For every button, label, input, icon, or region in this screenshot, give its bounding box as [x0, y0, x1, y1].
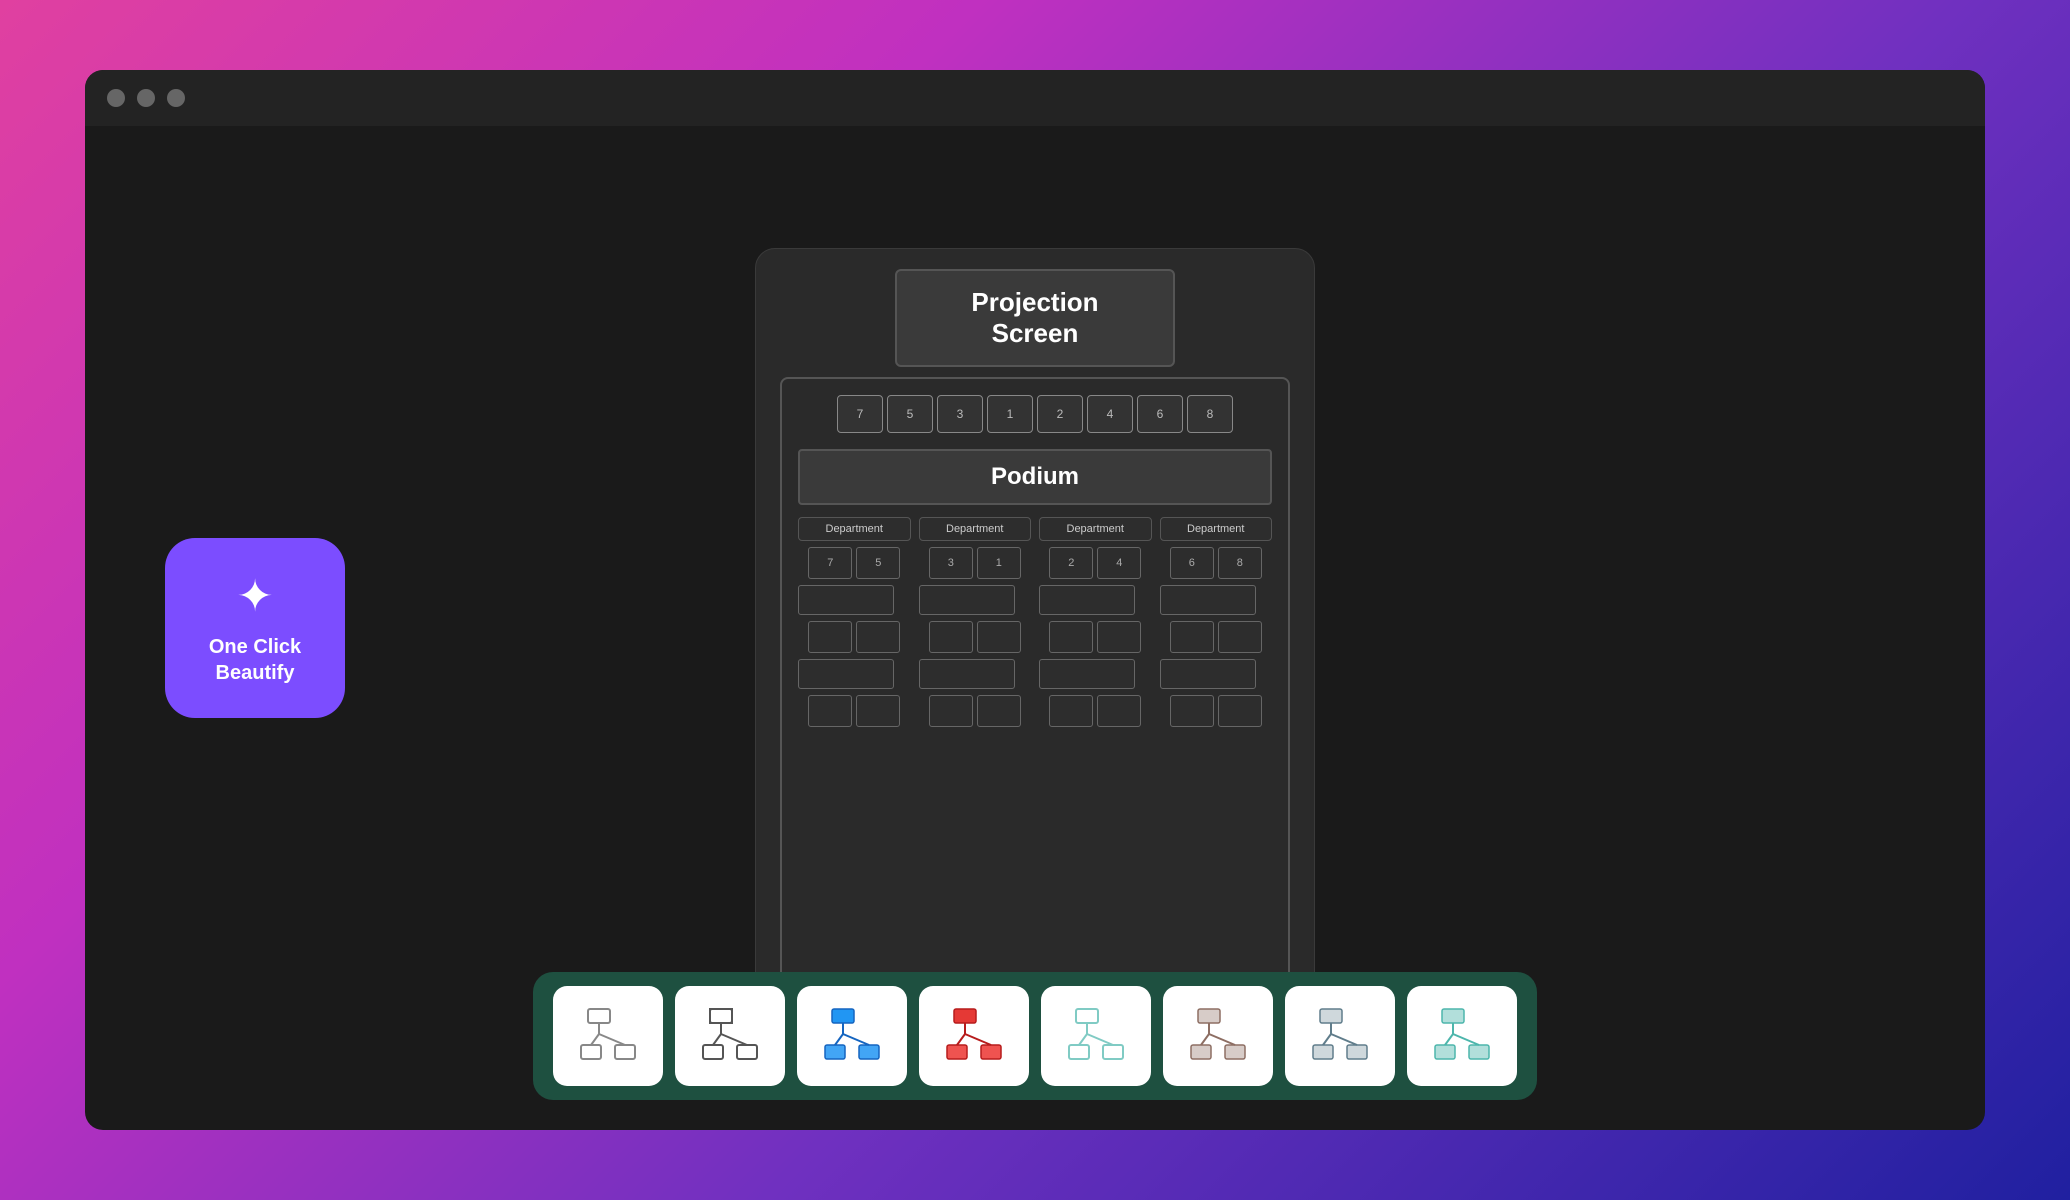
chair-7: 7 — [837, 395, 883, 433]
dept-label-4: Department — [1160, 517, 1273, 541]
seat-row-4a — [1160, 585, 1273, 615]
seat-4c-r — [1218, 695, 1262, 727]
seat-1c-r — [856, 695, 900, 727]
toolbar-item-3[interactable] — [797, 986, 907, 1086]
chairs-row: 7 5 3 1 2 4 6 8 — [837, 395, 1233, 433]
seat-7: 7 — [808, 547, 852, 579]
seat-3: 3 — [929, 547, 973, 579]
seat-4c-l — [1170, 695, 1214, 727]
desk-4a — [1160, 585, 1256, 615]
chair-4: 4 — [1087, 395, 1133, 433]
dept-label-3: Department — [1039, 517, 1152, 541]
chair-5: 5 — [887, 395, 933, 433]
projection-screen-label: ProjectionScreen — [921, 287, 1149, 349]
seat-5: 5 — [856, 547, 900, 579]
diagram-container: ProjectionScreen 7 5 3 1 2 4 6 8 Podium — [755, 248, 1315, 1008]
seat-2b-r — [977, 621, 1021, 653]
toolbar-item-7[interactable] — [1285, 986, 1395, 1086]
desk-2a — [919, 585, 1015, 615]
department-col-1: Department 7 5 — [798, 517, 911, 969]
window-content: ✦ One ClickBeautify ProjectionScreen 7 5… — [85, 126, 1985, 1130]
projection-screen: ProjectionScreen — [895, 269, 1175, 367]
seat-1b-r — [856, 621, 900, 653]
podium: Podium — [798, 449, 1272, 505]
dept-label-1: Department — [798, 517, 911, 541]
bottom-toolbar — [533, 972, 1537, 1100]
seat-row-3c — [1039, 659, 1152, 689]
close-button[interactable] — [107, 89, 125, 107]
chair-2: 2 — [1037, 395, 1083, 433]
seat-4: 4 — [1097, 547, 1141, 579]
seat-1c-l — [808, 695, 852, 727]
seat-row-3a — [1039, 585, 1152, 615]
toolbar-item-6[interactable] — [1163, 986, 1273, 1086]
seat-row-2a — [919, 585, 1032, 615]
chair-8: 8 — [1187, 395, 1233, 433]
desk-3c — [1039, 659, 1135, 689]
toolbar-item-4[interactable] — [919, 986, 1029, 1086]
desk-1a — [798, 585, 894, 615]
department-col-3: Department 2 4 — [1039, 517, 1152, 969]
seat-4b-r — [1218, 621, 1262, 653]
seat-3c-l — [1049, 695, 1093, 727]
seat-pair-4: 6 8 — [1160, 547, 1273, 579]
seat-row-1c — [798, 659, 911, 689]
department-col-4: Department 6 8 — [1160, 517, 1273, 969]
seat-row-1a — [798, 585, 911, 615]
seat-2c-l — [929, 695, 973, 727]
chair-6: 6 — [1137, 395, 1183, 433]
seat-4b-l — [1170, 621, 1214, 653]
maximize-button[interactable] — [167, 89, 185, 107]
seat-3b-r — [1097, 621, 1141, 653]
sparkle-icon: ✦ — [237, 571, 274, 622]
titlebar — [85, 70, 1985, 126]
seat-pair-4c — [1160, 695, 1273, 727]
seat-2b-l — [929, 621, 973, 653]
podium-label: Podium — [812, 463, 1258, 491]
seat-pair-2c — [919, 695, 1032, 727]
desk-2c — [919, 659, 1015, 689]
seat-pair-3: 2 4 — [1039, 547, 1152, 579]
chair-1: 1 — [987, 395, 1033, 433]
toolbar-item-8[interactable] — [1407, 986, 1517, 1086]
seat-1b-l — [808, 621, 852, 653]
seat-row-4c — [1160, 659, 1273, 689]
seat-pair-1b — [798, 621, 911, 653]
chair-3: 3 — [937, 395, 983, 433]
ocb-label: One ClickBeautify — [209, 634, 301, 686]
desk-4c — [1160, 659, 1256, 689]
seat-2: 2 — [1049, 547, 1093, 579]
seat-pair-1c — [798, 695, 911, 727]
desk-1c — [798, 659, 894, 689]
toolbar-item-5[interactable] — [1041, 986, 1151, 1086]
seat-pair-2: 3 1 — [919, 547, 1032, 579]
toolbar-item-1[interactable] — [553, 986, 663, 1086]
main-window: ✦ One ClickBeautify ProjectionScreen 7 5… — [85, 70, 1985, 1130]
seat-pair-3b — [1039, 621, 1152, 653]
departments-area: Department 7 5 — [798, 517, 1272, 969]
stage-area: 7 5 3 1 2 4 6 8 Podium Depart — [780, 377, 1290, 987]
seat-pair-1: 7 5 — [798, 547, 911, 579]
toolbar-item-2[interactable] — [675, 986, 785, 1086]
seat-3b-l — [1049, 621, 1093, 653]
seat-row-2c — [919, 659, 1032, 689]
seat-pair-4b — [1160, 621, 1273, 653]
seat-3c-r — [1097, 695, 1141, 727]
seat-pair-3c — [1039, 695, 1152, 727]
one-click-beautify-button[interactable]: ✦ One ClickBeautify — [165, 538, 345, 718]
department-col-2: Department 3 1 — [919, 517, 1032, 969]
desk-3a — [1039, 585, 1135, 615]
minimize-button[interactable] — [137, 89, 155, 107]
seat-8: 8 — [1218, 547, 1262, 579]
seat-pair-2b — [919, 621, 1032, 653]
seat-6: 6 — [1170, 547, 1214, 579]
dept-label-2: Department — [919, 517, 1032, 541]
seat-2c-r — [977, 695, 1021, 727]
seat-1: 1 — [977, 547, 1021, 579]
